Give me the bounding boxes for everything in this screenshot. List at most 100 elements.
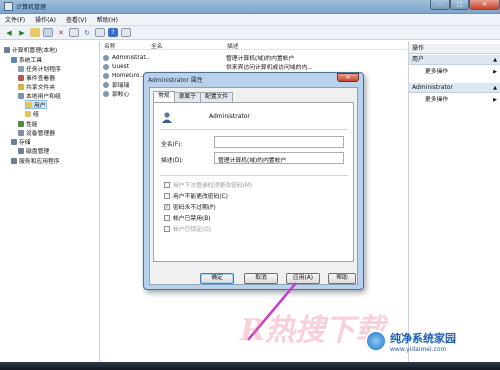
- checkbox-box: [164, 225, 170, 232]
- tree-item-label: 系统工具: [19, 58, 43, 64]
- tree-node-icon: [18, 92, 24, 99]
- dialog-tabs: 常规 隶属于 配置文件: [153, 91, 234, 102]
- tree-node-icon: [18, 65, 24, 72]
- checkbox-box[interactable]: ✓: [164, 203, 170, 210]
- navigation-tree: 计算机管理(本地) 系统工具任务计划程序 事件查看器共享文件夹 本地用户和组 用户组性能…: [0, 41, 100, 362]
- tab-member-of[interactable]: 隶属于: [173, 92, 202, 102]
- user-icon: [103, 90, 109, 97]
- tree-item-services-applications[interactable]: 服务和应用程序: [11, 156, 60, 165]
- more-actions-users[interactable]: 更多操作: [409, 67, 500, 77]
- menu-file[interactable]: 文件(F): [0, 15, 30, 24]
- list-header: 名称 全名 描述: [101, 41, 407, 50]
- actions-pane: 操作 用户 ▲ 更多操作 ▶ Administrator ▲ 更多操作 ▶: [408, 41, 500, 362]
- dialog-body: 常规 隶属于 配置文件 Administrator 全名(F): 描述(D): …: [149, 87, 358, 285]
- tree-item-local-users-groups[interactable]: 本地用户和组: [18, 91, 61, 100]
- window-title-bar: 计算机管理 – □ ✕: [0, 0, 500, 14]
- collapse-icon[interactable]: ▲: [493, 85, 497, 91]
- logo-url: www.yidaimei.com: [390, 345, 447, 353]
- tree-item-task-scheduler[interactable]: 任务计划程序: [18, 64, 61, 73]
- tree-item-system-tools[interactable]: 系统工具: [11, 55, 42, 64]
- column-name[interactable]: 名称: [101, 41, 151, 50]
- minimize-button[interactable]: –: [430, 0, 450, 10]
- checkbox-password-never-expires[interactable]: ✓ 密码永不过期(P): [164, 202, 344, 211]
- export-list-icon[interactable]: [95, 28, 105, 37]
- tree-item-performance[interactable]: 性能: [18, 119, 38, 128]
- help-button[interactable]: 帮助: [328, 273, 356, 284]
- logo-title: 纯净系统家园: [390, 331, 456, 345]
- description-field[interactable]: 管理计算机(域)的内置帐户: [214, 152, 344, 164]
- console-view-icon[interactable]: [121, 28, 131, 37]
- dialog-title: Administrator 属性: [148, 77, 203, 84]
- tree-item-label: 服务和应用程序: [19, 159, 60, 165]
- tree-item-groups[interactable]: 组: [25, 109, 39, 118]
- menu-help[interactable]: 帮助(H): [92, 15, 123, 24]
- tree-node-icon: [11, 56, 17, 63]
- tree-item-label: 磁盘管理: [26, 149, 50, 155]
- user-name: Guest: [112, 63, 130, 70]
- close-button[interactable]: ✕: [469, 0, 500, 10]
- chevron-right-icon[interactable]: ▶: [493, 69, 497, 75]
- tree-item-label: 任务计划程序: [26, 67, 61, 73]
- refresh-icon[interactable]: ↻: [82, 28, 92, 37]
- collapse-icon[interactable]: ▲: [493, 57, 497, 63]
- watermark-text: R热搜下载: [240, 313, 385, 348]
- checkbox-cannot-change-password[interactable]: 用户不能更改密码(C): [164, 191, 344, 200]
- properties-icon[interactable]: [69, 28, 79, 37]
- tree-item-event-viewer[interactable]: 事件查看器: [18, 73, 55, 82]
- tree-item-device-manager[interactable]: 设备管理器: [18, 128, 55, 137]
- column-description[interactable]: 描述: [227, 41, 397, 50]
- forward-icon[interactable]: ▶: [17, 28, 27, 37]
- tab-profile[interactable]: 配置文件: [200, 92, 234, 102]
- user-icon: [103, 54, 109, 61]
- tree-node-icon: [11, 138, 17, 145]
- menu-action[interactable]: 操作(A): [30, 15, 61, 24]
- site-logo: 纯净系统家园 www.yidaimei.com: [365, 326, 495, 356]
- back-icon[interactable]: ◀: [4, 28, 14, 37]
- menu-view[interactable]: 查看(V): [61, 15, 92, 24]
- actions-section-administrator[interactable]: Administrator: [409, 83, 500, 93]
- ok-button[interactable]: 确定: [200, 273, 234, 284]
- tree-item-computer-management-local[interactable]: 计算机管理(本地): [4, 45, 57, 54]
- up-folder-icon[interactable]: [30, 28, 40, 37]
- tree-item-label: 共享文件夹: [26, 85, 55, 91]
- tree-node-icon: [4, 46, 10, 53]
- column-fullname[interactable]: 全名: [151, 41, 227, 50]
- description-label: 描述(D):: [161, 158, 184, 164]
- tree-item-users[interactable]: 用户: [25, 100, 47, 109]
- tree-item-label: 事件查看器: [26, 76, 55, 82]
- fullname-field[interactable]: [214, 136, 344, 148]
- maximize-button[interactable]: □: [450, 0, 469, 10]
- actions-header: 操作: [409, 44, 500, 54]
- dialog-close-button[interactable]: ✕: [337, 73, 359, 82]
- logo-badge-icon: [365, 330, 387, 352]
- divider: [160, 129, 348, 130]
- tree-item-shared-folders[interactable]: 共享文件夹: [18, 82, 55, 91]
- checkbox-label: 帐户已禁用(B): [173, 216, 211, 222]
- chevron-right-icon[interactable]: ▶: [493, 97, 497, 103]
- tree-item-storage[interactable]: 存储: [11, 137, 31, 146]
- checkbox-must-change-password: 用户下次登录时须更改密码(M): [164, 180, 344, 189]
- tab-general[interactable]: 常规: [153, 91, 175, 102]
- toolbar: ◀ ▶ ✕ ↻ ?: [0, 26, 500, 40]
- tree-item-label: 计算机管理(本地): [12, 48, 58, 54]
- table-row[interactable]: Administrat... 管理计算机(域)的内置帐户: [101, 53, 407, 62]
- actions-section-users[interactable]: 用户: [409, 55, 500, 65]
- table-row[interactable]: Guest 供来宾访问计算机或访问域的内...: [101, 62, 407, 71]
- help-icon[interactable]: ?: [108, 28, 118, 37]
- delete-icon[interactable]: ✕: [56, 28, 66, 37]
- tree-item-disk-management[interactable]: 磁盘管理: [18, 146, 49, 155]
- taskbar: [0, 362, 500, 370]
- checkbox-box[interactable]: [164, 192, 170, 199]
- more-actions-administrator[interactable]: 更多操作: [409, 95, 500, 105]
- checkbox-account-locked: 帐户已锁定(O): [164, 224, 344, 233]
- checkbox-label: 用户不能更改密码(C): [173, 194, 228, 200]
- user-description: 供来宾访问计算机或访问域的内...: [226, 65, 313, 71]
- tree-item-label: 存储: [19, 140, 31, 146]
- tree-item-label: 用户: [34, 103, 46, 109]
- checkbox-account-disabled[interactable]: 帐户已禁用(B): [164, 213, 344, 222]
- user-icon: [103, 72, 109, 79]
- show-hide-tree-icon[interactable]: [43, 28, 53, 37]
- tree-node-icon: [18, 129, 24, 136]
- checkbox-box[interactable]: [164, 214, 170, 221]
- tree-node-icon: [26, 101, 32, 108]
